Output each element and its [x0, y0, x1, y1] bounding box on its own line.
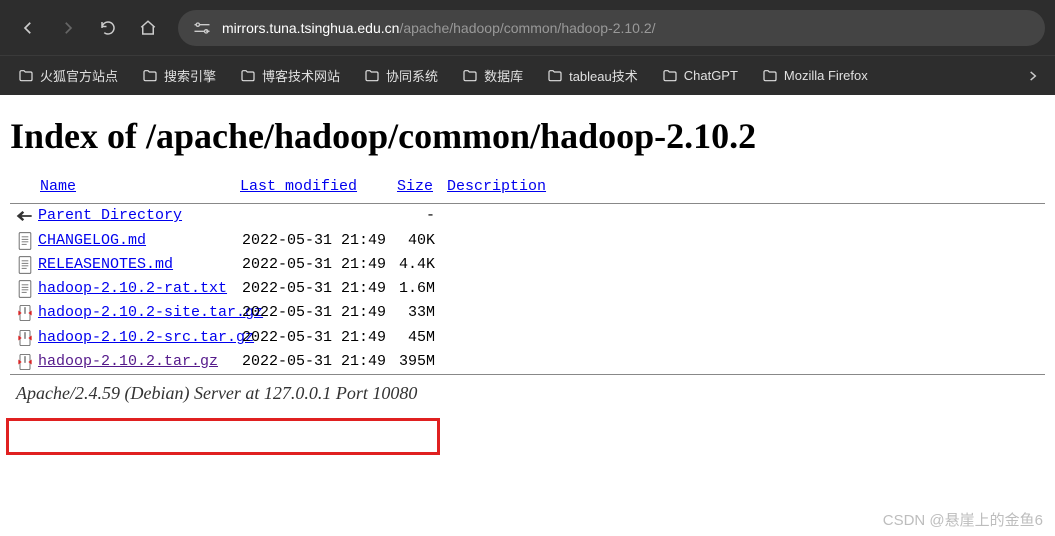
sort-name-link[interactable]: Name	[40, 178, 76, 195]
site-settings-icon[interactable]	[192, 18, 212, 38]
file-row: CHANGELOG.md 2022-05-31 21:4940K	[10, 229, 1045, 253]
bookmark-item[interactable]: 搜索引擎	[132, 60, 226, 91]
bookmark-label: 火狐官方站点	[40, 66, 118, 85]
folder-icon	[662, 68, 678, 84]
file-size: 45M	[397, 328, 435, 348]
page-title: Index of /apache/hadoop/common/hadoop-2.…	[10, 115, 1045, 157]
archive-icon	[12, 352, 38, 372]
folder-icon	[240, 68, 256, 84]
bookmark-item[interactable]: 数据库	[452, 60, 533, 91]
file-link[interactable]: RELEASENOTES.md	[38, 256, 173, 273]
bookmark-label: ChatGPT	[684, 68, 738, 83]
file-size: 395M	[397, 352, 435, 372]
file-link[interactable]: hadoop-2.10.2.tar.gz	[38, 353, 218, 370]
file-date: 2022-05-31 21:49	[242, 255, 397, 275]
bookmarks-overflow-button[interactable]	[1019, 69, 1047, 83]
parent-size: -	[397, 206, 435, 226]
folder-icon	[462, 68, 478, 84]
bookmark-label: 数据库	[484, 66, 523, 85]
address-bar[interactable]: mirrors.tuna.tsinghua.edu.cn/apache/hado…	[178, 10, 1045, 46]
text-file-icon	[12, 255, 38, 275]
file-row: hadoop-2.10.2-src.tar.gz2022-05-31 21:49…	[10, 326, 1045, 350]
reload-button[interactable]	[90, 10, 126, 46]
sort-size-link[interactable]: Size	[397, 178, 433, 195]
text-file-icon	[12, 231, 38, 251]
listing-header: Name Last modified Size Description	[10, 175, 1045, 203]
parent-directory-link[interactable]: Parent Directory	[38, 207, 182, 224]
file-date: 2022-05-31 21:49	[242, 352, 397, 372]
bookmark-item[interactable]: ChatGPT	[652, 60, 748, 91]
file-size: 4.4K	[397, 255, 435, 275]
bookmark-item[interactable]: 博客技术网站	[230, 60, 350, 91]
folder-icon	[142, 68, 158, 84]
archive-icon	[12, 328, 38, 348]
file-date: 2022-05-31 21:49	[242, 303, 397, 323]
file-date: 2022-05-31 21:49	[242, 279, 397, 299]
sort-modified-link[interactable]: Last modified	[240, 178, 357, 195]
bookmark-label: tableau技术	[569, 66, 638, 85]
file-row: hadoop-2.10.2.tar.gz 2022-05-31 21:49395M	[10, 350, 1045, 374]
file-size: 40K	[397, 231, 435, 251]
file-row: hadoop-2.10.2-rat.txt 2022-05-31 21:491.6…	[10, 277, 1045, 301]
parent-directory-row: Parent Directory -	[10, 204, 1045, 228]
file-link[interactable]: CHANGELOG.md	[38, 232, 146, 249]
highlight-annotation	[6, 418, 440, 455]
folder-icon	[762, 68, 778, 84]
file-row: hadoop-2.10.2-site.tar.gz2022-05-31 21:4…	[10, 301, 1045, 325]
home-button[interactable]	[130, 10, 166, 46]
bookmark-item[interactable]: Mozilla Firefox	[752, 60, 878, 91]
url-text: mirrors.tuna.tsinghua.edu.cn/apache/hado…	[222, 20, 656, 36]
bookmark-item[interactable]: tableau技术	[537, 60, 648, 91]
file-link[interactable]: hadoop-2.10.2-site.tar.gz	[38, 304, 263, 321]
file-row: RELEASENOTES.md 2022-05-31 21:494.4K	[10, 253, 1045, 277]
watermark: CSDN @悬崖上的金鱼6	[883, 509, 1043, 530]
folder-icon	[18, 68, 34, 84]
browser-toolbar: mirrors.tuna.tsinghua.edu.cn/apache/hado…	[0, 0, 1055, 55]
folder-icon	[364, 68, 380, 84]
forward-button[interactable]	[50, 10, 86, 46]
server-signature: Apache/2.4.59 (Debian) Server at 127.0.0…	[10, 375, 1045, 412]
bookmark-item[interactable]: 火狐官方站点	[8, 60, 128, 91]
file-size: 33M	[397, 303, 435, 323]
directory-listing: Name Last modified Size Description Pare…	[10, 175, 1045, 375]
back-button[interactable]	[10, 10, 46, 46]
page-content: Index of /apache/hadoop/common/hadoop-2.…	[0, 95, 1055, 422]
back-arrow-icon	[12, 206, 38, 226]
sort-desc-link[interactable]: Description	[447, 178, 546, 195]
file-size: 1.6M	[397, 279, 435, 299]
bookmark-label: 博客技术网站	[262, 66, 340, 85]
bookmark-label: Mozilla Firefox	[784, 68, 868, 83]
file-date: 2022-05-31 21:49	[242, 231, 397, 251]
file-link[interactable]: hadoop-2.10.2-src.tar.gz	[38, 329, 254, 346]
bookmark-label: 协同系统	[386, 66, 438, 85]
file-date: 2022-05-31 21:49	[242, 328, 397, 348]
bookmark-item[interactable]: 协同系统	[354, 60, 448, 91]
archive-icon	[12, 303, 38, 323]
bookmarks-bar: 火狐官方站点 搜索引擎 博客技术网站 协同系统 数据库 tableau技术 ChatGPT M…	[0, 55, 1055, 95]
text-file-icon	[12, 279, 38, 299]
folder-icon	[547, 68, 563, 84]
file-link[interactable]: hadoop-2.10.2-rat.txt	[38, 280, 227, 297]
bookmark-label: 搜索引擎	[164, 66, 216, 85]
